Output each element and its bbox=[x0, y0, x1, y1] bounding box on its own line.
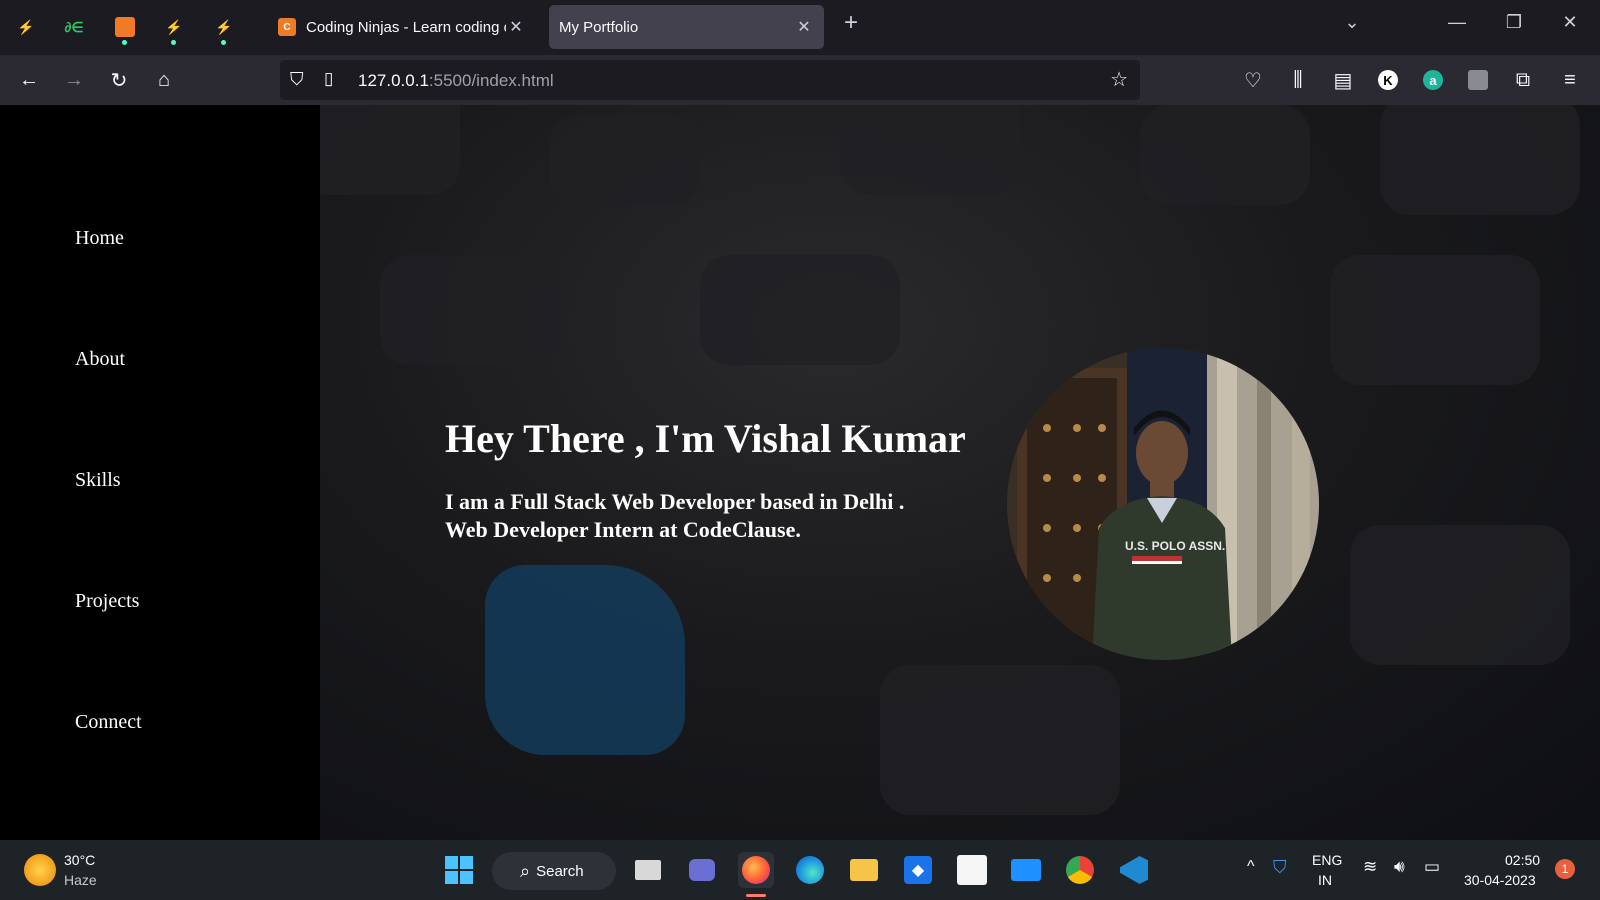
close-icon[interactable]: ✕ bbox=[506, 17, 526, 37]
os-taskbar: 30°C Haze ⌕ Search ◆ ^ ⛉ ENG IN ≋ 🔊︎ ▭ 0… bbox=[0, 840, 1600, 900]
shirt-print: U.S. POLO ASSN. bbox=[1125, 539, 1225, 553]
mail-icon[interactable] bbox=[1008, 852, 1044, 888]
firefox-icon[interactable] bbox=[738, 852, 774, 888]
edge-icon[interactable] bbox=[792, 852, 828, 888]
background-puzzle-piece bbox=[320, 105, 460, 195]
search-icon: ⌕ bbox=[520, 860, 531, 881]
extension-k-icon[interactable]: K bbox=[1373, 65, 1403, 95]
search-box[interactable]: ⌕ Search bbox=[492, 852, 616, 890]
list-tabs-icon[interactable]: ⌄ bbox=[1337, 12, 1367, 33]
close-window-icon[interactable]: ✕ bbox=[1555, 12, 1585, 33]
pinned-tab-5[interactable]: ⚡ bbox=[210, 13, 238, 45]
background-puzzle-piece bbox=[880, 665, 1120, 815]
hero-heading: Hey There , I'm Vishal Kumar bbox=[445, 416, 966, 461]
security-shield-icon[interactable]: ⛉ bbox=[1273, 857, 1287, 878]
url-text[interactable]: 127.0.0.1:5500/index.html bbox=[358, 71, 554, 91]
background-puzzle-piece bbox=[840, 105, 1020, 195]
file-explorer-icon[interactable] bbox=[846, 852, 882, 888]
sidebar-toggle-icon[interactable]: ▤ bbox=[1328, 65, 1358, 95]
extension-grey-icon[interactable] bbox=[1463, 65, 1493, 95]
profile-photo: U.S. POLO ASSN. bbox=[1007, 348, 1319, 660]
home-icon[interactable]: ⌂ bbox=[149, 65, 179, 95]
task-view-icon[interactable] bbox=[630, 852, 666, 888]
hero-subtext: I am a Full Stack Web Developer based in… bbox=[445, 488, 904, 544]
background-blue-puzzle-piece bbox=[485, 565, 685, 755]
close-icon[interactable]: ✕ bbox=[794, 17, 814, 37]
vscode-icon[interactable] bbox=[1116, 852, 1152, 888]
coding-ninjas-icon: C bbox=[278, 18, 296, 36]
menu-icon[interactable]: ≡ bbox=[1555, 65, 1585, 95]
nav-link-about[interactable]: About bbox=[75, 348, 125, 371]
background-puzzle-piece bbox=[1380, 105, 1580, 215]
tab-my-portfolio[interactable]: My Portfolio ✕ bbox=[549, 5, 824, 49]
battery-icon[interactable]: ▭ bbox=[1424, 857, 1440, 877]
clock-date[interactable]: 30-04-2023 bbox=[1464, 872, 1536, 888]
volume-icon[interactable]: 🔊︎ bbox=[1394, 857, 1405, 877]
hero-line-2: Web Developer Intern at CodeClause. bbox=[445, 517, 801, 542]
background-puzzle-piece bbox=[1330, 255, 1540, 385]
weather-desc[interactable]: Haze bbox=[64, 872, 97, 888]
dropbox-icon[interactable]: ◆ bbox=[900, 852, 936, 888]
nav-link-connect[interactable]: Connect bbox=[75, 711, 142, 734]
background-puzzle-piece bbox=[380, 255, 560, 365]
notification-badge[interactable]: 1 bbox=[1555, 859, 1575, 879]
back-icon[interactable]: ← bbox=[14, 65, 44, 95]
background-puzzle-piece bbox=[1140, 105, 1310, 205]
hero-line-1: I am a Full Stack Web Developer based in… bbox=[445, 489, 905, 514]
active-app-indicator bbox=[746, 894, 766, 897]
nav-link-home[interactable]: Home bbox=[75, 227, 124, 250]
minimize-icon[interactable]: — bbox=[1442, 12, 1472, 33]
new-tab-icon[interactable]: + bbox=[836, 9, 866, 37]
amazon-icon[interactable] bbox=[954, 852, 990, 888]
language-top[interactable]: ENG bbox=[1312, 852, 1342, 868]
weather-sun-icon[interactable] bbox=[24, 854, 56, 886]
chrome-icon[interactable] bbox=[1062, 852, 1098, 888]
shield-icon[interactable]: ⛉ bbox=[290, 69, 304, 90]
extension-a-icon[interactable]: a bbox=[1418, 65, 1448, 95]
pinned-tab-4[interactable]: ⚡ bbox=[160, 13, 188, 45]
address-bar[interactable]: ⛉ ▯ 127.0.0.1:5500/index.html ☆ bbox=[280, 60, 1140, 100]
page-icon: ▯ bbox=[324, 69, 334, 88]
background-puzzle-piece bbox=[1350, 525, 1570, 665]
pocket-icon[interactable]: ♡ bbox=[1238, 65, 1268, 95]
hero-section: Hey There , I'm Vishal Kumar I am a Full… bbox=[320, 105, 1600, 840]
pinned-tab-1[interactable]: ⚡ bbox=[12, 13, 40, 41]
portfolio-sidebar: Home About Skills Projects Connect bbox=[0, 105, 320, 840]
search-label: Search bbox=[536, 862, 584, 880]
bookmark-star-icon[interactable]: ☆ bbox=[1110, 67, 1128, 92]
extensions-icon[interactable]: ⧉ bbox=[1508, 65, 1538, 95]
start-icon[interactable] bbox=[441, 852, 477, 888]
forward-icon[interactable]: → bbox=[59, 65, 89, 95]
clock-time[interactable]: 02:50 bbox=[1505, 852, 1540, 868]
pinned-tab-3[interactable] bbox=[111, 13, 139, 45]
teams-chat-icon[interactable] bbox=[684, 852, 720, 888]
tab-coding-ninjas[interactable]: C Coding Ninjas - Learn coding online ✕ bbox=[268, 5, 536, 49]
pinned-tab-2[interactable]: ∂∈ bbox=[60, 13, 88, 41]
tab-strip: ⚡ ∂∈ ⚡ ⚡ C Coding Ninjas - Learn coding … bbox=[0, 0, 1600, 55]
wifi-icon[interactable]: ≋ bbox=[1363, 857, 1377, 877]
tab-title: My Portfolio bbox=[559, 18, 639, 36]
background-puzzle-piece bbox=[550, 115, 700, 205]
nav-link-skills[interactable]: Skills bbox=[75, 469, 121, 492]
tab-title: Coding Ninjas - Learn coding online bbox=[306, 18, 506, 36]
restore-icon[interactable]: ❐ bbox=[1499, 12, 1529, 33]
library-icon[interactable]: ⫼ bbox=[1283, 65, 1313, 95]
profile-photo-illustration: U.S. POLO ASSN. bbox=[1007, 348, 1319, 660]
reload-icon[interactable]: ↻ bbox=[104, 65, 134, 95]
weather-temp[interactable]: 30°C bbox=[64, 852, 95, 868]
show-hidden-icons-icon[interactable]: ^ bbox=[1247, 858, 1255, 876]
background-puzzle-piece bbox=[700, 255, 900, 365]
nav-link-projects[interactable]: Projects bbox=[75, 590, 139, 613]
language-bottom[interactable]: IN bbox=[1318, 872, 1332, 888]
